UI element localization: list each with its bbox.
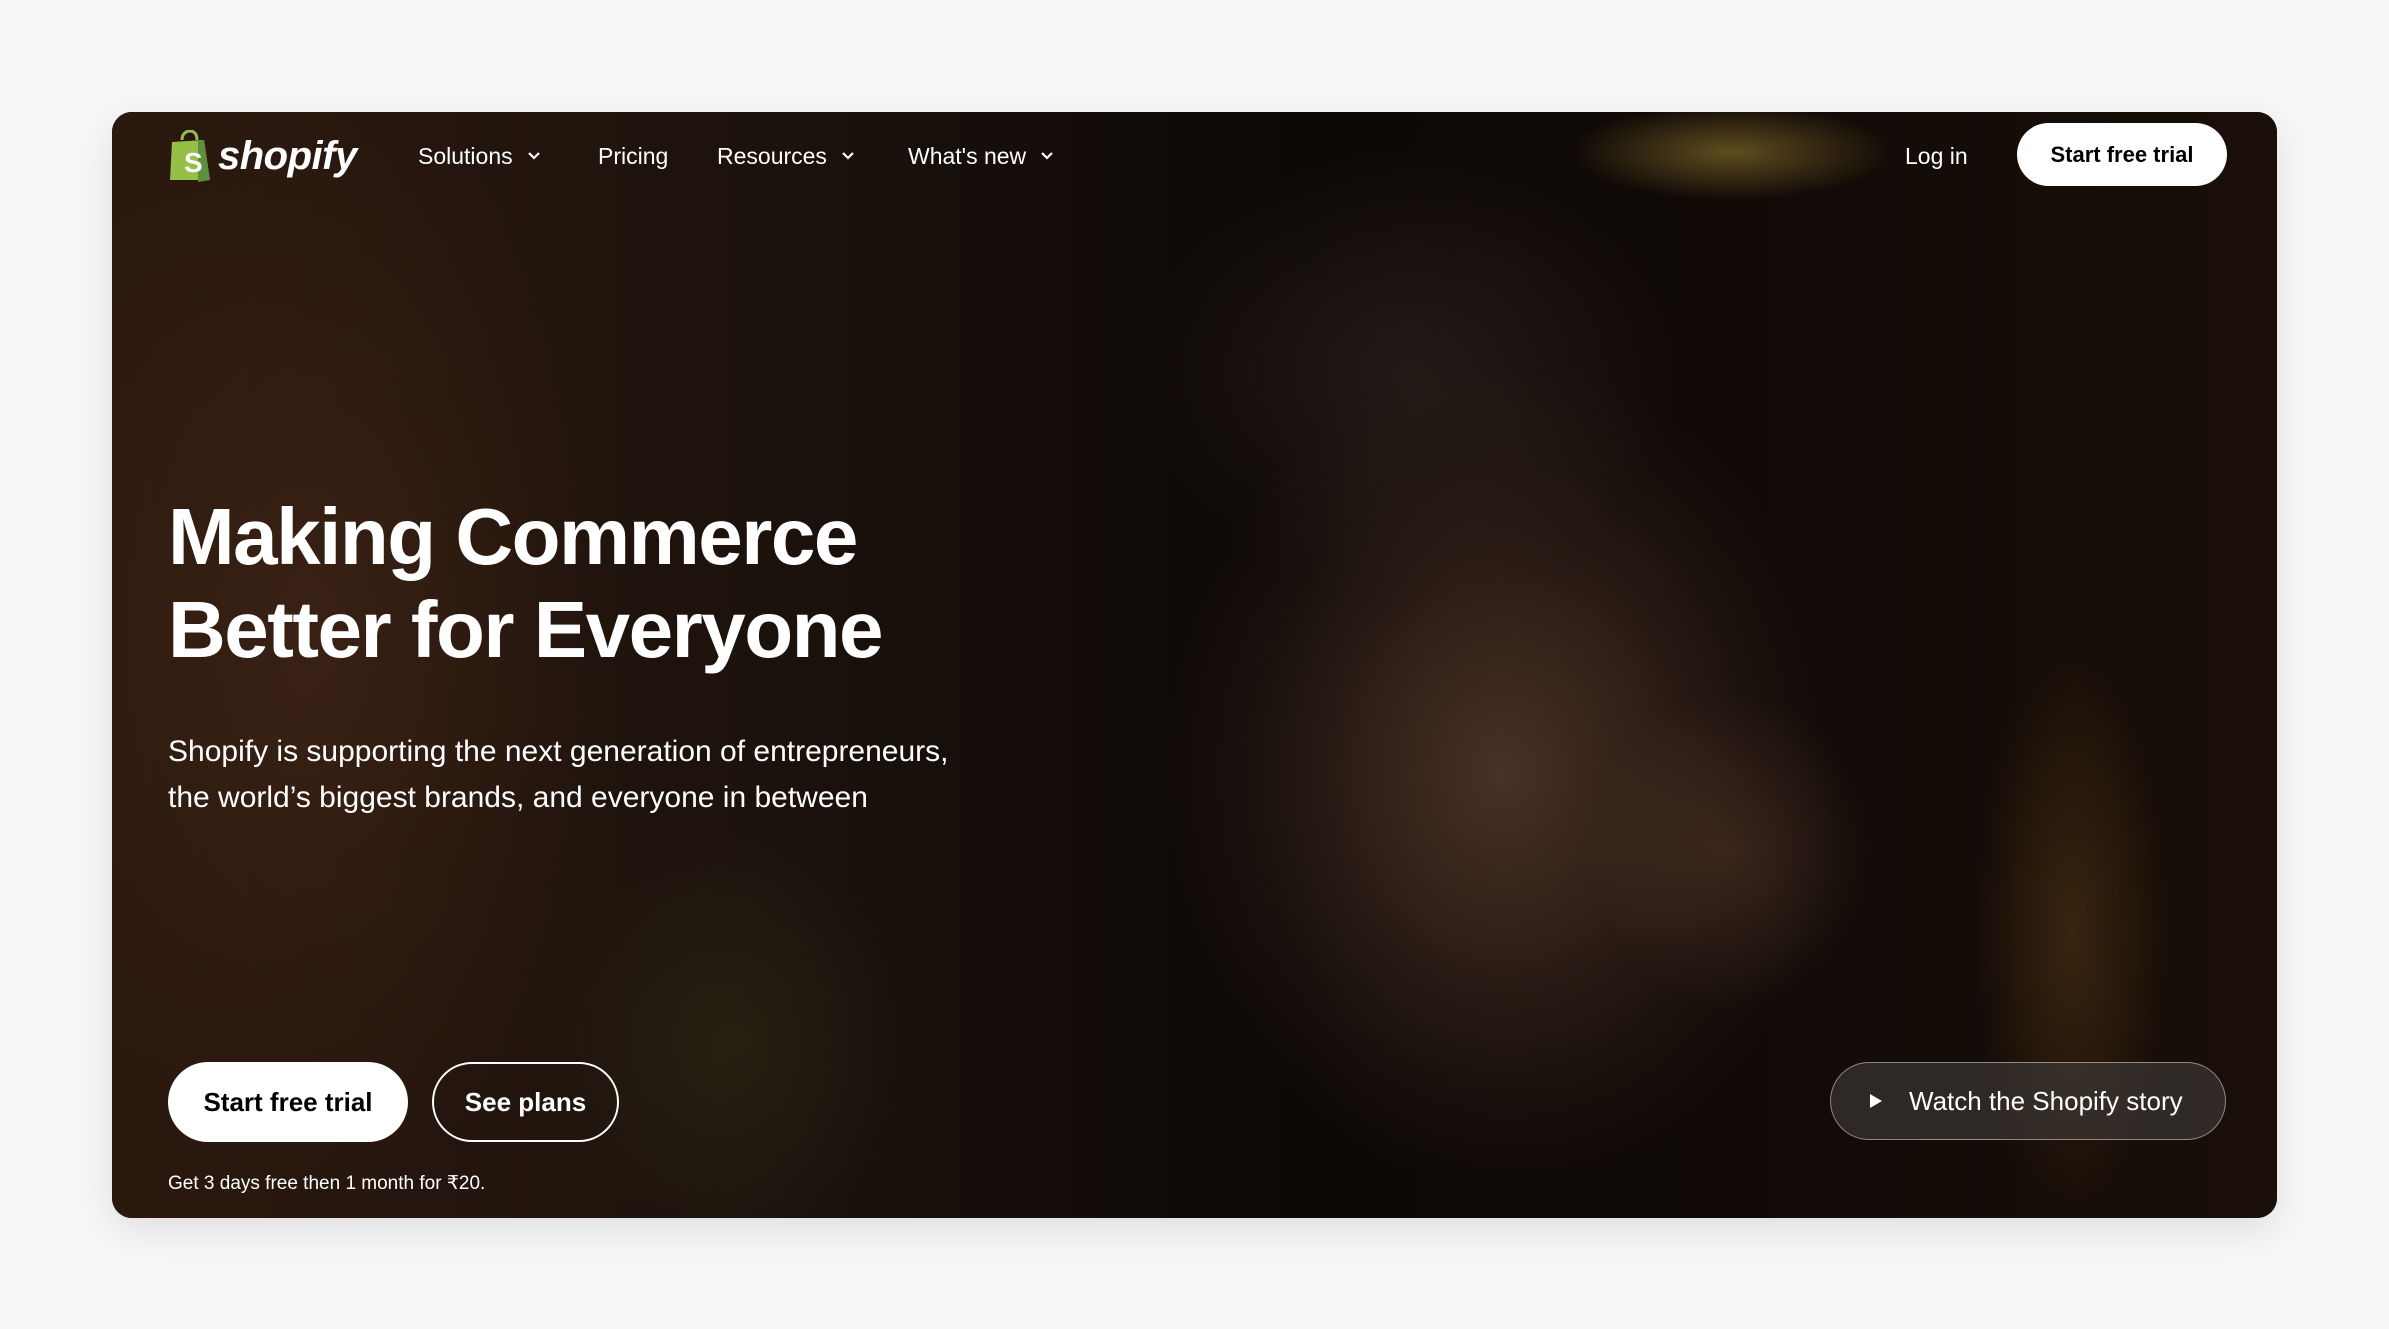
- chevron-down-icon: [527, 152, 540, 160]
- hero-subtitle: Shopify is supporting the next generatio…: [168, 729, 1048, 821]
- trial-footnote: Get 3 days free then 1 month for ₹20.: [168, 1173, 486, 1194]
- hero-subtitle-line-1: Shopify is supporting the next generatio…: [168, 735, 949, 768]
- nav-whats-new[interactable]: What's new: [908, 138, 1054, 174]
- chevron-down-icon: [1041, 152, 1053, 160]
- nav-label: Pricing: [598, 142, 669, 169]
- nav-solutions[interactable]: Solutions: [418, 138, 541, 174]
- nav-pricing[interactable]: Pricing: [598, 138, 668, 174]
- see-plans-button[interactable]: See plans: [432, 1062, 619, 1142]
- hero-card: S shopify Solutions Pricing Resources Wh…: [112, 112, 2277, 1218]
- top-navigation: S shopify Solutions Pricing Resources Wh…: [112, 112, 2277, 202]
- hero-title-line-2: Better for Everyone: [168, 585, 883, 674]
- nav-label: What's new: [908, 142, 1027, 169]
- play-icon: [1870, 1094, 1882, 1108]
- login-link[interactable]: Log in: [1905, 138, 1968, 174]
- chevron-down-icon: [842, 152, 854, 160]
- shopping-bag-icon: S: [170, 130, 210, 182]
- nav-label: Solutions: [418, 142, 513, 169]
- shopify-logo[interactable]: S shopify: [168, 128, 357, 184]
- watch-story-button[interactable]: Watch the Shopify story: [1830, 1062, 2226, 1140]
- brand-name: shopify: [218, 133, 357, 178]
- start-free-trial-button[interactable]: Start free trial: [168, 1062, 408, 1142]
- watch-story-label: Watch the Shopify story: [1909, 1085, 2183, 1116]
- hero-title: Making Commerce Better for Everyone: [168, 490, 883, 676]
- nav-start-free-trial-button[interactable]: Start free trial: [2017, 123, 2227, 186]
- svg-text:S: S: [184, 147, 203, 178]
- hero-subtitle-line-2: the world’s biggest brands, and everyone…: [168, 781, 868, 814]
- hero-title-line-1: Making Commerce: [168, 492, 858, 581]
- nav-label: Resources: [717, 142, 827, 169]
- nav-resources[interactable]: Resources: [717, 138, 855, 174]
